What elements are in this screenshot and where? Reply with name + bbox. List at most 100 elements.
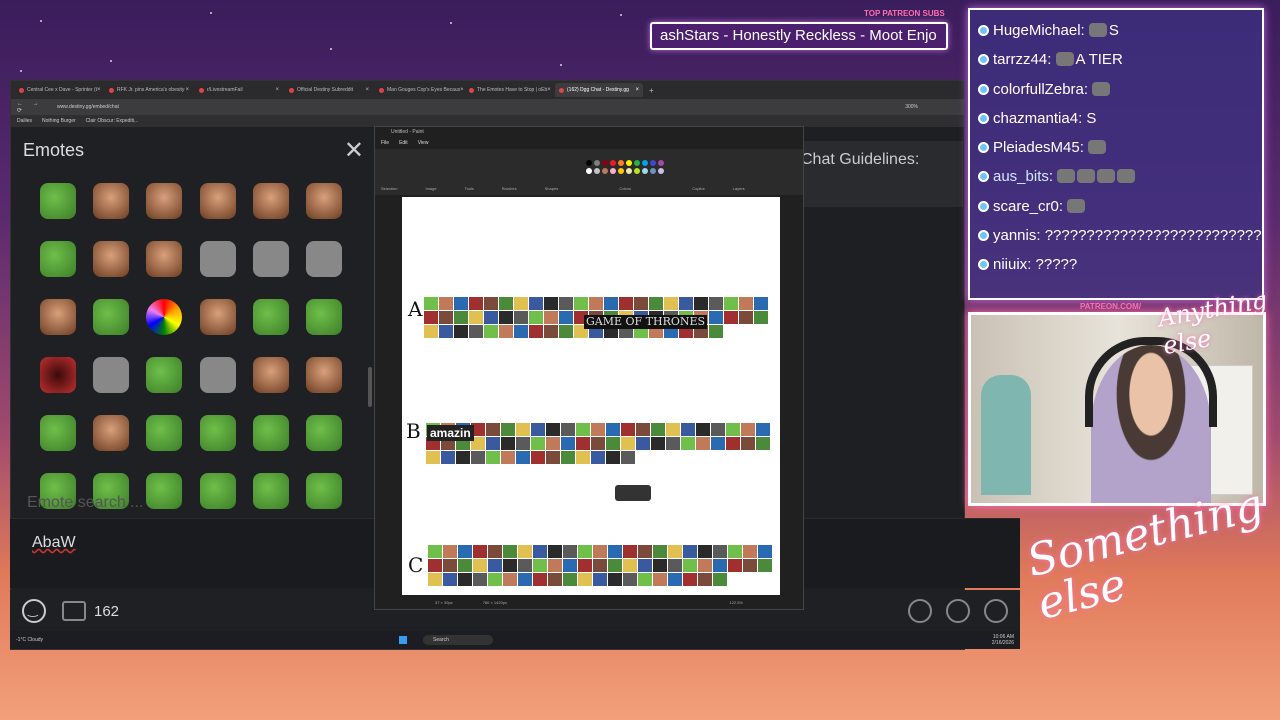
emote-face[interactable]	[252, 357, 289, 393]
taskbar-clock[interactable]: 10:06 AM 2/16/2026	[992, 634, 1014, 646]
emote-stone[interactable]	[199, 357, 236, 393]
browser-tab[interactable]: Official Destiny Subreddit ×	[285, 83, 373, 97]
emote-pepe[interactable]	[39, 241, 76, 277]
ribbon-image[interactable]: Image	[425, 186, 436, 191]
close-tab-icon[interactable]: ×	[547, 87, 551, 93]
emote-pepe[interactable]	[306, 299, 343, 335]
windows-start-icon[interactable]	[399, 636, 408, 644]
palette-color[interactable]	[618, 160, 625, 166]
ribbon-shapes[interactable]: Shapes	[545, 186, 559, 191]
gear-icon[interactable]	[946, 599, 970, 623]
emote-pepe[interactable]	[39, 183, 76, 219]
close-tab-icon[interactable]: ×	[365, 87, 369, 93]
emote-pepe[interactable]	[306, 415, 343, 451]
palette-color[interactable]	[658, 168, 665, 174]
ribbon-layers[interactable]: Layers	[733, 186, 745, 191]
ribbon-selection[interactable]: Selection	[381, 186, 397, 191]
palette-color[interactable]	[650, 160, 657, 166]
emote-face[interactable]	[306, 357, 343, 393]
emote-pepe[interactable]	[39, 415, 76, 451]
tier-emote	[559, 311, 573, 324]
ribbon-tools[interactable]: Tools	[465, 186, 474, 191]
emote-red[interactable]	[39, 357, 76, 393]
emote-stone[interactable]	[199, 241, 236, 277]
chat-input-text[interactable]: AbaW	[32, 534, 76, 552]
emote-pepe[interactable]	[92, 299, 129, 335]
close-tab-icon[interactable]: ×	[460, 87, 463, 93]
nav-buttons[interactable]: ← → ⟳	[17, 101, 57, 114]
url-field[interactable]: www.destiny.gg/embed/chat	[57, 104, 905, 110]
whispers-icon[interactable]	[62, 601, 86, 621]
bookmark-item[interactable]: Clair Obscur: Expediti...	[86, 118, 139, 124]
palette-color[interactable]	[618, 168, 625, 174]
palette-color[interactable]	[642, 160, 649, 166]
close-tab-icon[interactable]: ×	[635, 87, 639, 93]
emote-search-input[interactable]	[27, 491, 367, 515]
browser-tab[interactable]: Man Gouges Cop's Eyes Becaus ×	[375, 83, 463, 97]
emote-stone[interactable]	[92, 357, 129, 393]
palette-color[interactable]	[626, 168, 633, 174]
emote-pepe[interactable]	[252, 415, 289, 451]
tier-emote	[484, 297, 498, 310]
palette-color[interactable]	[594, 168, 601, 174]
emote-stone[interactable]	[306, 241, 343, 277]
ribbon-copilot[interactable]: Copilot	[692, 186, 704, 191]
close-icon[interactable]: ✕	[344, 136, 364, 165]
emote-face[interactable]	[252, 183, 289, 219]
emote-pepe[interactable]	[146, 357, 183, 393]
palette-color[interactable]	[602, 160, 609, 166]
paint-menu-edit[interactable]: Edit	[399, 140, 408, 146]
emote-face[interactable]	[92, 415, 129, 451]
browser-tab[interactable]: Central Cee x Dave - Sprinter (t ×	[15, 83, 103, 97]
emote-face[interactable]	[306, 183, 343, 219]
emote-face[interactable]	[92, 241, 129, 277]
ribbon-colors[interactable]: Colors	[619, 186, 631, 191]
zoom-level[interactable]: 300%	[905, 104, 918, 110]
palette-color[interactable]	[586, 168, 593, 174]
bookmark-item[interactable]: Dailies	[17, 118, 32, 124]
emote-pepe[interactable]	[146, 415, 183, 451]
paint-menu-file[interactable]: File	[381, 140, 389, 146]
emote-face[interactable]	[199, 299, 236, 335]
palette-color[interactable]	[594, 160, 601, 166]
emote-scrollbar[interactable]	[368, 367, 372, 407]
emote-face[interactable]	[146, 241, 183, 277]
emote-face[interactable]	[39, 299, 76, 335]
palette-color[interactable]	[658, 160, 665, 166]
selection-toolbar[interactable]	[615, 485, 651, 501]
new-tab-button[interactable]: +	[649, 86, 654, 95]
palette-color[interactable]	[602, 168, 609, 174]
emote-face[interactable]	[146, 183, 183, 219]
palette-color[interactable]	[650, 168, 657, 174]
palette-color[interactable]	[634, 168, 641, 174]
palette-color[interactable]	[586, 160, 593, 166]
emote-menu-icon[interactable]	[22, 599, 46, 623]
emote-face[interactable]	[92, 183, 129, 219]
close-tab-icon[interactable]: ×	[275, 87, 279, 93]
eye-icon[interactable]	[908, 599, 932, 623]
ribbon-brushes[interactable]: Brushes	[502, 186, 517, 191]
palette-color[interactable]	[626, 160, 633, 166]
weather-widget[interactable]: -1°C Cloudy	[16, 637, 43, 643]
close-tab-icon[interactable]: ×	[97, 87, 101, 93]
browser-tab[interactable]: r/LivestreamFail ×	[195, 83, 283, 97]
emote-pepe[interactable]	[252, 299, 289, 335]
bookmark-item[interactable]: Nothing Burger	[42, 118, 76, 124]
emote-rainbow[interactable]	[146, 299, 183, 335]
paint-menu-view[interactable]: View	[418, 140, 429, 146]
taskbar-search[interactable]: Search	[423, 635, 494, 645]
paint-canvas[interactable]: A GAME OF THRONES B amazin C	[402, 197, 780, 595]
palette-color[interactable]	[634, 160, 641, 166]
emote-face[interactable]	[199, 183, 236, 219]
browser-tab[interactable]: RFK Jr. pins America's obesity ×	[105, 83, 193, 97]
palette-color[interactable]	[610, 160, 617, 166]
close-tab-icon[interactable]: ×	[185, 87, 189, 93]
emote-stone[interactable]	[252, 241, 289, 277]
paint-zoom[interactable]: 122.5%	[729, 600, 743, 605]
browser-tab[interactable]: (162) Dgg Chat - Destiny.gg ×	[555, 83, 643, 97]
browser-tab[interactable]: The Emotes Have to Stop | oEb ×	[465, 83, 553, 97]
emote-pepe[interactable]	[199, 415, 236, 451]
palette-color[interactable]	[610, 168, 617, 174]
users-list-icon[interactable]	[984, 599, 1008, 623]
palette-color[interactable]	[642, 168, 649, 174]
